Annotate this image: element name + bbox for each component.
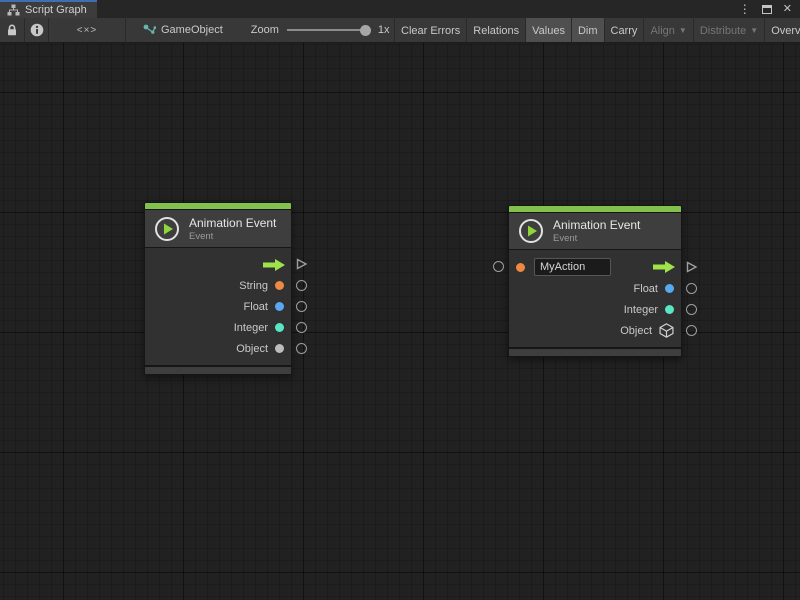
node-body: String Float Integer Object	[145, 248, 291, 365]
menu-icon[interactable]: ⋮	[739, 3, 751, 15]
node-header: Animation Event Event	[145, 210, 291, 248]
output-row-string: String	[145, 275, 291, 296]
node-color-bar	[145, 203, 291, 210]
integer-output-port[interactable]	[296, 322, 307, 333]
zoom-control: Zoom 1x	[251, 18, 390, 42]
name-input-row	[509, 256, 681, 278]
carry-button[interactable]: Carry	[604, 18, 644, 43]
object-output-port[interactable]	[296, 343, 307, 354]
values-button[interactable]: Values	[525, 18, 571, 43]
chevron-down-icon: ▼	[679, 26, 687, 35]
graph-canvas[interactable]: Animation Event Event String	[0, 43, 800, 600]
info-icon	[30, 23, 44, 37]
node-animation-event-left[interactable]: Animation Event Event String	[144, 202, 292, 375]
node-subtitle: Event	[553, 233, 640, 244]
object-output-port[interactable]	[686, 325, 697, 336]
integer-output-port[interactable]	[686, 304, 697, 315]
zoom-value: 1x	[378, 24, 390, 36]
integer-type-dot	[275, 323, 284, 332]
toolbar-buttons: Clear Errors Relations Values Dim Carry …	[394, 18, 800, 43]
relations-button[interactable]: Relations	[466, 18, 525, 43]
node-title: Animation Event	[189, 216, 276, 230]
cube-icon	[659, 323, 674, 338]
event-play-icon	[518, 218, 544, 244]
graph-target-label: GameObject	[161, 24, 223, 36]
dim-button[interactable]: Dim	[571, 18, 604, 43]
zoom-slider-handle[interactable]	[360, 25, 371, 36]
object-type-dot	[275, 344, 284, 353]
graph-target[interactable]: GameObject	[143, 18, 223, 42]
flow-arrow-icon	[652, 260, 676, 274]
integer-type-dot	[665, 305, 674, 314]
node-subtitle: Event	[189, 231, 276, 242]
align-button: Align ▼	[643, 18, 692, 43]
string-type-dot	[275, 281, 284, 290]
node-body: Float Integer Object	[509, 250, 681, 347]
node-footer	[145, 365, 291, 374]
float-output-port[interactable]	[686, 283, 697, 294]
tab-bar: Script Graph ⋮ ✕	[0, 0, 800, 18]
clear-errors-button[interactable]: Clear Errors	[394, 18, 466, 43]
tab-title: Script Graph	[25, 4, 87, 16]
output-row-float: Float	[509, 278, 681, 299]
name-input-port[interactable]	[493, 261, 504, 272]
output-row-integer: Integer	[145, 317, 291, 338]
node-title: Animation Event	[553, 218, 640, 232]
toolbar: <×> GameObject Zoom 1x Clear Errors	[0, 18, 800, 43]
output-row-object: Object	[145, 338, 291, 359]
zoom-label: Zoom	[251, 24, 279, 36]
node-header: Animation Event Event	[509, 213, 681, 250]
string-output-port[interactable]	[296, 280, 307, 291]
lock-icon	[5, 23, 19, 37]
string-type-dot	[516, 263, 525, 272]
event-play-icon	[154, 216, 180, 242]
maximize-icon[interactable]	[762, 5, 772, 14]
distribute-button: Distribute ▼	[693, 18, 764, 43]
info-button[interactable]	[25, 18, 49, 42]
output-row-float: Float	[145, 296, 291, 317]
tab-script-graph[interactable]: Script Graph	[0, 0, 97, 18]
event-name-input[interactable]	[534, 258, 611, 276]
output-row-object: Object	[509, 320, 681, 341]
float-output-port[interactable]	[296, 301, 307, 312]
node-animation-event-right[interactable]: Animation Event Event Float	[508, 205, 682, 357]
node-color-bar	[509, 206, 681, 213]
overview-button[interactable]: Overv	[764, 18, 800, 43]
window-controls: ⋮ ✕	[739, 0, 800, 18]
script-graph-window: Script Graph ⋮ ✕	[0, 0, 800, 600]
flow-output-port[interactable]	[296, 258, 308, 270]
node-footer	[509, 347, 681, 356]
graph-icon	[7, 4, 20, 16]
chevron-down-icon: ▼	[750, 26, 758, 35]
code-icon: <×>	[77, 25, 98, 36]
float-type-dot	[665, 284, 674, 293]
graph-target-icon	[143, 24, 156, 37]
flow-output-row	[145, 254, 291, 275]
flow-arrow-icon	[262, 258, 286, 272]
flow-output-port[interactable]	[686, 261, 698, 273]
output-row-integer: Integer	[509, 299, 681, 320]
code-view-button[interactable]: <×>	[49, 18, 126, 42]
float-type-dot	[275, 302, 284, 311]
lock-button[interactable]	[0, 18, 25, 42]
close-icon[interactable]: ✕	[783, 4, 792, 15]
zoom-slider-track	[287, 29, 371, 31]
zoom-slider[interactable]	[287, 24, 371, 36]
